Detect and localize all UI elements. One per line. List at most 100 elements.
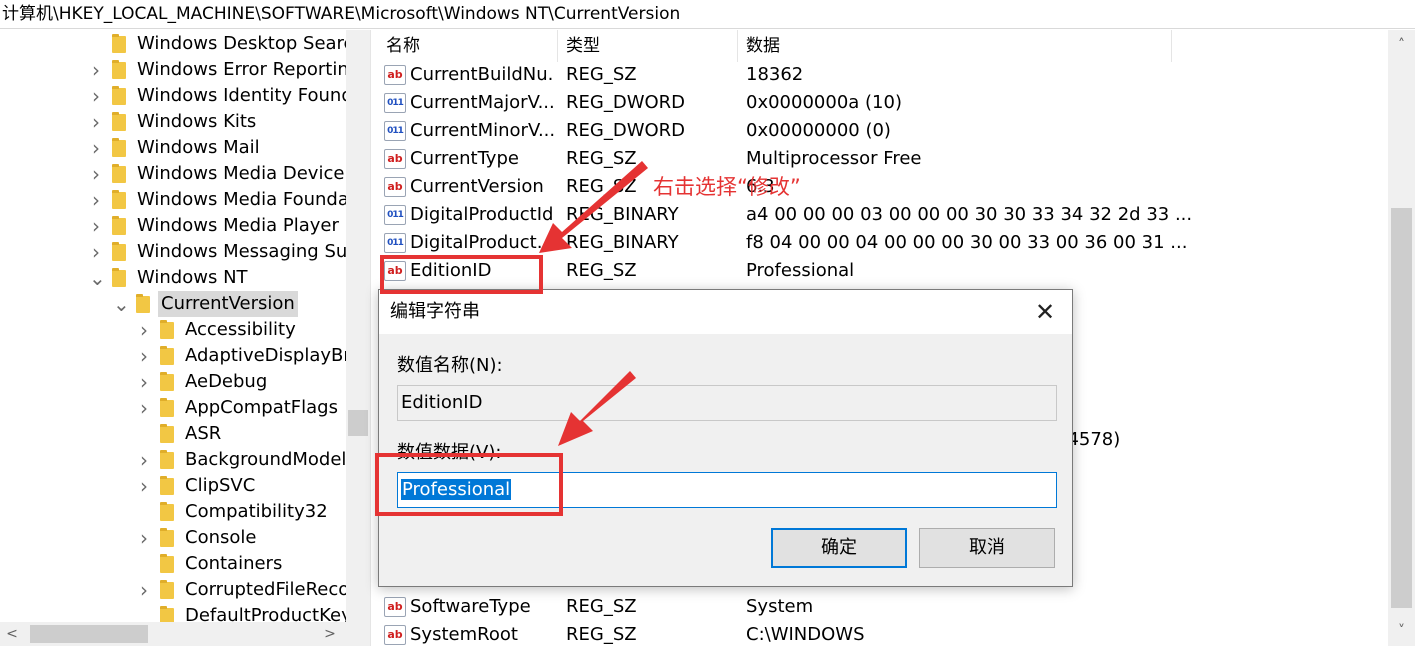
list-item[interactable]: 011 CurrentMajorV... REG_DWORD 0x0000000a (… [378, 89, 1388, 117]
chevron-right-icon[interactable] [137, 421, 151, 447]
value-data: 18362 [746, 64, 804, 85]
folder-icon [136, 294, 150, 313]
chevron-right-icon[interactable] [137, 499, 151, 525]
tree-item[interactable]: › Accessibility [0, 317, 346, 343]
tree-hscroll-thumb[interactable] [30, 625, 148, 643]
ok-button[interactable]: 确定 [771, 528, 907, 568]
tree-item-label: Console [185, 527, 257, 548]
tree-item-label: AeDebug [185, 371, 268, 392]
value-name: SoftwareType [410, 596, 531, 617]
dialog-title: 编辑字符串 [379, 290, 1072, 334]
folder-icon [160, 606, 174, 622]
chevron-right-icon[interactable] [89, 31, 103, 57]
binary-value-icon: 011 [384, 93, 406, 113]
list-item[interactable]: ab SystemRoot REG_SZ C:\WINDOWS [378, 621, 1388, 646]
string-value-icon: ab [384, 177, 406, 197]
chevron-right-icon[interactable] [137, 603, 151, 622]
value-data: Professional [746, 260, 855, 281]
tree-item[interactable]: › AppCompatFlags [0, 395, 346, 421]
tree-item[interactable]: › Console [0, 525, 346, 551]
chevron-right-icon[interactable]: › [137, 473, 151, 499]
chevron-right-icon[interactable]: › [89, 83, 103, 109]
value-type: REG_SZ [566, 596, 637, 617]
chevron-right-icon[interactable]: › [137, 447, 151, 473]
tree-item-label: Windows Media Player NSS [137, 215, 346, 236]
folder-icon [160, 580, 174, 599]
column-header-data[interactable]: 数据 [738, 30, 1172, 62]
chevron-right-icon[interactable]: › [137, 525, 151, 551]
tree-item-label: Windows Mail [137, 137, 260, 158]
tree-item[interactable]: › Windows Error Reporting [0, 57, 346, 83]
tree-vertical-scrollbar[interactable] [346, 30, 370, 622]
chevron-right-icon[interactable]: › [137, 317, 151, 343]
chevron-right-icon[interactable]: › [137, 343, 151, 369]
value-type: REG_SZ [566, 624, 637, 645]
cancel-button[interactable]: 取消 [919, 528, 1055, 568]
tree-item[interactable]: › Windows Media Foundation [0, 187, 346, 213]
folder-icon [160, 424, 174, 443]
folder-icon [160, 398, 174, 417]
chevron-right-icon[interactable]: › [137, 369, 151, 395]
chevron-right-icon[interactable]: › [89, 213, 103, 239]
chevron-right-icon[interactable]: › [89, 187, 103, 213]
list-vertical-scrollbar[interactable]: ˄ ˅ [1388, 30, 1415, 646]
tree-item[interactable]: › Windows Media Player NSS [0, 213, 346, 239]
tree-item[interactable]: › Windows Mail [0, 135, 346, 161]
value-name: CurrentVersion [410, 176, 544, 197]
list-item[interactable]: 011 CurrentMinorV... REG_DWORD 0x00000000 (… [378, 117, 1388, 145]
tree-item[interactable]: › Windows Kits [0, 109, 346, 135]
folder-icon [160, 528, 174, 547]
close-icon[interactable]: ✕ [1030, 298, 1060, 326]
tree-item[interactable]: Windows Desktop Search [0, 31, 346, 57]
list-item[interactable]: ab CurrentType REG_SZ Multiprocessor Free [378, 145, 1388, 173]
tree-scroll-thumb[interactable] [348, 410, 368, 436]
binary-value-icon: 011 [384, 205, 406, 225]
chevron-right-icon[interactable]: › [89, 109, 103, 135]
tree-item[interactable]: › Windows Media Device Manager [0, 161, 346, 187]
chevron-right-icon[interactable] [137, 551, 151, 577]
folder-icon [160, 346, 174, 365]
list-item[interactable]: 011 DigitalProductId REG_BINARY a4 00 00 00… [378, 201, 1388, 229]
tree-horizontal-scrollbar[interactable]: < > [0, 622, 370, 646]
list-item[interactable]: ab CurrentVersion REG_SZ 6.3 [378, 173, 1388, 201]
address-bar[interactable]: 计算机\HKEY_LOCAL_MACHINE\SOFTWARE\Microsof… [0, 0, 1415, 29]
chevron-right-icon[interactable]: › [89, 57, 103, 83]
tree-item[interactable]: ⌄ CurrentVersion [0, 291, 346, 317]
tree-item[interactable]: › BackgroundModel [0, 447, 346, 473]
chevron-right-icon[interactable]: › [89, 239, 103, 265]
scroll-up-arrow-icon[interactable]: ˄ [1388, 32, 1415, 58]
value-data: System [746, 596, 814, 617]
tree-item[interactable]: › ClipSVC [0, 473, 346, 499]
column-header-type[interactable]: 类型 [558, 30, 738, 62]
tree-item[interactable]: Containers [0, 551, 346, 577]
tree-item[interactable]: ASR [0, 421, 346, 447]
tree-item[interactable]: › Windows Identity Foundation [0, 83, 346, 109]
tree-item[interactable]: › AdaptiveDisplayBrightness [0, 343, 346, 369]
column-header-name[interactable]: 名称 [378, 30, 558, 62]
scroll-down-arrow-icon[interactable]: ˅ [1388, 618, 1415, 644]
chevron-right-icon[interactable]: › [89, 135, 103, 161]
chevron-right-icon[interactable]: › [137, 395, 151, 421]
list-item[interactable]: ab SoftwareType REG_SZ System [378, 593, 1388, 621]
list-scroll-thumb[interactable] [1391, 208, 1412, 608]
tree-item-label: Windows NT [137, 267, 248, 288]
tree-item-label: Windows Desktop Search [137, 33, 346, 54]
tree-item-label: Windows Media Device Manager [137, 163, 346, 184]
tree-item[interactable]: › AeDebug [0, 369, 346, 395]
chevron-down-icon[interactable]: ⌄ [113, 291, 130, 317]
folder-icon [160, 554, 174, 573]
chevron-down-icon[interactable]: ⌄ [89, 265, 106, 291]
value-type: REG_BINARY [566, 204, 679, 225]
chevron-right-icon[interactable]: › [89, 161, 103, 187]
tree-item[interactable]: › Windows Messaging Subsystem [0, 239, 346, 265]
tree-item[interactable]: › CorruptedFileRecovery [0, 577, 346, 603]
tree-item[interactable]: Compatibility32 [0, 499, 346, 525]
scroll-right-arrow-icon[interactable]: > [318, 622, 342, 646]
pane-splitter[interactable] [370, 30, 378, 646]
chevron-right-icon[interactable]: › [137, 577, 151, 603]
tree-item[interactable]: ⌄ Windows NT [0, 265, 346, 291]
list-item[interactable]: 011 DigitalProduct... REG_BINARY f8 04 00 0… [378, 229, 1388, 257]
scroll-left-arrow-icon[interactable]: < [0, 622, 24, 646]
tree-item[interactable]: DefaultProductKey [0, 603, 346, 622]
list-item[interactable]: ab CurrentBuildNu... REG_SZ 18362 [378, 61, 1388, 89]
